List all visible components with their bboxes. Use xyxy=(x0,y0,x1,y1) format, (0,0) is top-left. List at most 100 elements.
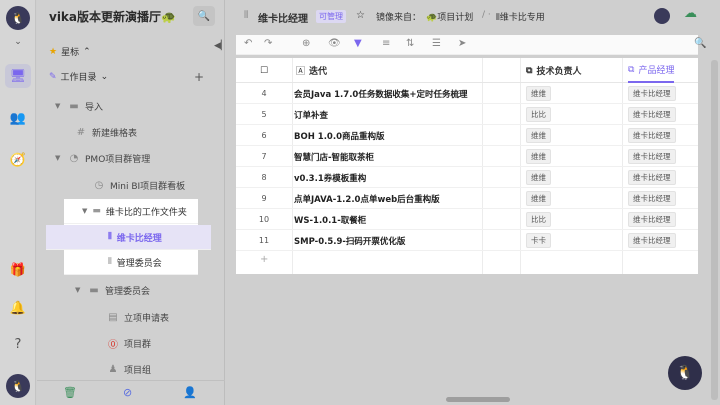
pm-cell[interactable]: 维卡比经理 xyxy=(628,125,676,146)
tree-node-label: 立项申请表 xyxy=(124,313,170,324)
iteration-cell[interactable]: v0.3.1券模板重构 xyxy=(294,167,480,188)
tree-node-import[interactable]: ▼ ▬ 导入 xyxy=(55,94,103,118)
iteration-cell[interactable]: 智慧门店-智能取茶柜 xyxy=(294,146,480,167)
source-view-link[interactable]: ⫴维卡比专用 xyxy=(496,10,545,23)
text-field-icon: 🄰 xyxy=(296,67,306,77)
table-row[interactable]: 7 智慧门店-智能取茶柜 维维 维卡比经理 xyxy=(236,146,698,167)
sort-icon[interactable]: ⇅ xyxy=(406,38,414,49)
iteration-cell[interactable]: BOH 1.0.0商品重构版 xyxy=(294,125,480,146)
tree-node-work-folder[interactable]: ▼ ▬ 维卡比的工作文件夹 xyxy=(64,199,198,224)
assistant-mascot[interactable]: 🐧 xyxy=(668,356,702,390)
tech-lead-cell[interactable]: 维维 xyxy=(526,146,551,167)
pm-cell[interactable]: 维卡比经理 xyxy=(628,104,676,125)
tree-node-program[interactable]: ⓪ 项目群 xyxy=(107,331,151,355)
help-icon[interactable]: ? xyxy=(8,334,28,354)
tree-node-committee-mirror[interactable]: ⫴ 管理委员会 xyxy=(64,250,198,275)
table-row[interactable]: 5 订单补查 比比 维卡比经理 xyxy=(236,104,698,125)
tree-node-pmo[interactable]: ▼ ◔ PMO项目群管理 xyxy=(55,146,150,170)
chevron-down-icon[interactable]: ⌄ xyxy=(8,32,28,52)
iteration-cell[interactable]: 订单补查 xyxy=(294,104,480,125)
sync-icon[interactable]: ☁ xyxy=(684,6,697,21)
pm-cell[interactable]: 维卡比经理 xyxy=(628,230,676,251)
share-icon[interactable]: ⊘ xyxy=(123,386,132,399)
pm-cell[interactable]: 维卡比经理 xyxy=(628,167,676,188)
tree-node-new-sheet[interactable]: # 新建维格表 xyxy=(75,120,137,144)
collapse-sidebar-icon[interactable]: ◀▏ xyxy=(214,41,228,51)
user-avatar[interactable]: 🐧 xyxy=(6,6,30,30)
table-row[interactable]: 11 SMP-0.5.9-扫码开票优化版 卡卡 维卡比经理 xyxy=(236,230,698,251)
add-node-icon[interactable]: + xyxy=(194,70,204,84)
gift-icon[interactable]: 🎁 xyxy=(8,260,28,280)
collaborator-avatar[interactable] xyxy=(654,8,670,24)
table-row[interactable]: 8 v0.3.1券模板重构 维维 维卡比经理 xyxy=(236,167,698,188)
tech-lead-cell[interactable]: 卡卡 xyxy=(526,230,551,251)
select-all-checkbox[interactable]: ☐ xyxy=(260,58,268,83)
add-record-icon[interactable]: ⊕ xyxy=(302,38,310,49)
redo-icon[interactable]: ↷ xyxy=(264,38,272,49)
tree-node-committee-folder[interactable]: ▼ ▬ 管理委员会 xyxy=(75,278,150,302)
tech-lead-cell[interactable]: 比比 xyxy=(526,104,551,125)
invite-icon[interactable]: 👤 xyxy=(183,386,197,399)
desktop-icon[interactable]: 🖥 xyxy=(8,66,28,86)
clock-icon: ◔ xyxy=(69,152,79,164)
hide-fields-icon[interactable]: 👁 xyxy=(328,38,341,49)
pm-chip: 维卡比经理 xyxy=(628,107,676,122)
star-icon[interactable]: ☆ xyxy=(356,10,365,21)
tree-node-pm-mirror[interactable]: ⫴ 维卡比经理 xyxy=(46,225,211,250)
sidebar-footer: 🗑 ⊘ 👤 xyxy=(37,380,225,405)
pm-chip: 维卡比经理 xyxy=(628,170,676,185)
search-icon[interactable]: 🔍 xyxy=(193,6,215,26)
bottom-avatar[interactable]: 🐧 xyxy=(6,374,30,398)
catalog-section[interactable]: ✎ 工作目录 ⌄ + xyxy=(49,70,214,84)
tech-lead-cell[interactable]: 维维 xyxy=(526,125,551,146)
bell-icon[interactable]: 🔔 xyxy=(8,298,28,318)
group-icon[interactable]: ≡ xyxy=(382,38,390,49)
iteration-cell[interactable]: 点单JAVA-1.2.0点单web后台重构版 xyxy=(294,188,480,209)
row-height-icon[interactable]: ☰ xyxy=(432,38,441,49)
starred-section[interactable]: ★ 星标 ⌃ xyxy=(49,45,91,59)
filter-icon[interactable]: ▼ xyxy=(354,38,362,49)
add-row-button[interactable]: + xyxy=(260,254,268,265)
undo-icon[interactable]: ↶ xyxy=(244,38,252,49)
team-icon: ♟ xyxy=(108,363,118,375)
column-header-pm[interactable]: ⧉ 产品经理 xyxy=(628,58,675,83)
horizontal-scrollbar[interactable] xyxy=(446,397,510,402)
pm-cell[interactable]: 维卡比经理 xyxy=(628,209,676,230)
tech-lead-cell[interactable]: 比比 xyxy=(526,209,551,230)
tech-lead-chip: 维维 xyxy=(526,149,551,164)
vertical-scrollbar[interactable] xyxy=(711,60,718,400)
iteration-cell[interactable]: SMP-0.5.9-扫码开票优化版 xyxy=(294,230,480,251)
trash-icon[interactable]: 🗑 xyxy=(63,386,77,399)
table-row[interactable]: 9 点单JAVA-1.2.0点单web后台重构版 维维 维卡比经理 xyxy=(236,188,698,209)
table-row[interactable]: 4 会员Java 1.7.0任务数据收集+定时任务梳理 维维 维卡比经理 xyxy=(236,83,698,104)
share-view-icon[interactable]: ➤ xyxy=(458,38,466,49)
pm-cell[interactable]: 维卡比经理 xyxy=(628,83,676,104)
tree-node-label: PMO项目群管理 xyxy=(85,154,151,165)
users-icon[interactable]: 👥 xyxy=(8,108,28,128)
page-title[interactable]: 维卡比经理 xyxy=(258,10,308,25)
search-icon[interactable]: 🔍 xyxy=(694,38,706,49)
source-sheet-link[interactable]: 🐢项目计划 xyxy=(426,10,473,23)
tree-node-mini-bi[interactable]: ◷ Mini BI项目群看板 xyxy=(93,173,186,197)
iteration-cell[interactable]: 会员Java 1.7.0任务数据收集+定时任务梳理 xyxy=(294,83,480,104)
permission-badge[interactable]: 可管理 xyxy=(316,10,346,23)
row-number: 7 xyxy=(261,152,267,161)
table-row[interactable]: 6 BOH 1.0.0商品重构版 维维 维卡比经理 xyxy=(236,125,698,146)
tech-lead-cell[interactable]: 维维 xyxy=(526,167,551,188)
tree-node-team[interactable]: ♟ 项目组 xyxy=(107,357,152,381)
column-header-iteration[interactable]: 🄰 迭代 xyxy=(296,58,327,83)
compass-icon[interactable]: 🧭 xyxy=(8,150,28,170)
pm-cell[interactable]: 维卡比经理 xyxy=(628,146,676,167)
tech-lead-cell[interactable]: 维维 xyxy=(526,188,551,209)
column-header-tech-lead[interactable]: ⧉ 技术负责人 xyxy=(526,58,581,83)
tree-node-label: 新建维格表 xyxy=(92,128,138,139)
iteration-cell[interactable]: WS-1.0.1-取餐柜 xyxy=(294,209,480,230)
triangle-icon: ▼ xyxy=(75,286,81,294)
tech-lead-cell[interactable]: 维维 xyxy=(526,83,551,104)
table-row[interactable]: 10 WS-1.0.1-取餐柜 比比 维卡比经理 xyxy=(236,209,698,230)
folder-icon: ▬ xyxy=(92,206,101,216)
space-title[interactable]: vika版本更新演播厅🐢 xyxy=(49,8,176,25)
tree-node-project-form[interactable]: ▤ 立项申请表 xyxy=(107,305,169,329)
pm-cell[interactable]: 维卡比经理 xyxy=(628,188,676,209)
form-icon: ▤ xyxy=(108,311,118,323)
